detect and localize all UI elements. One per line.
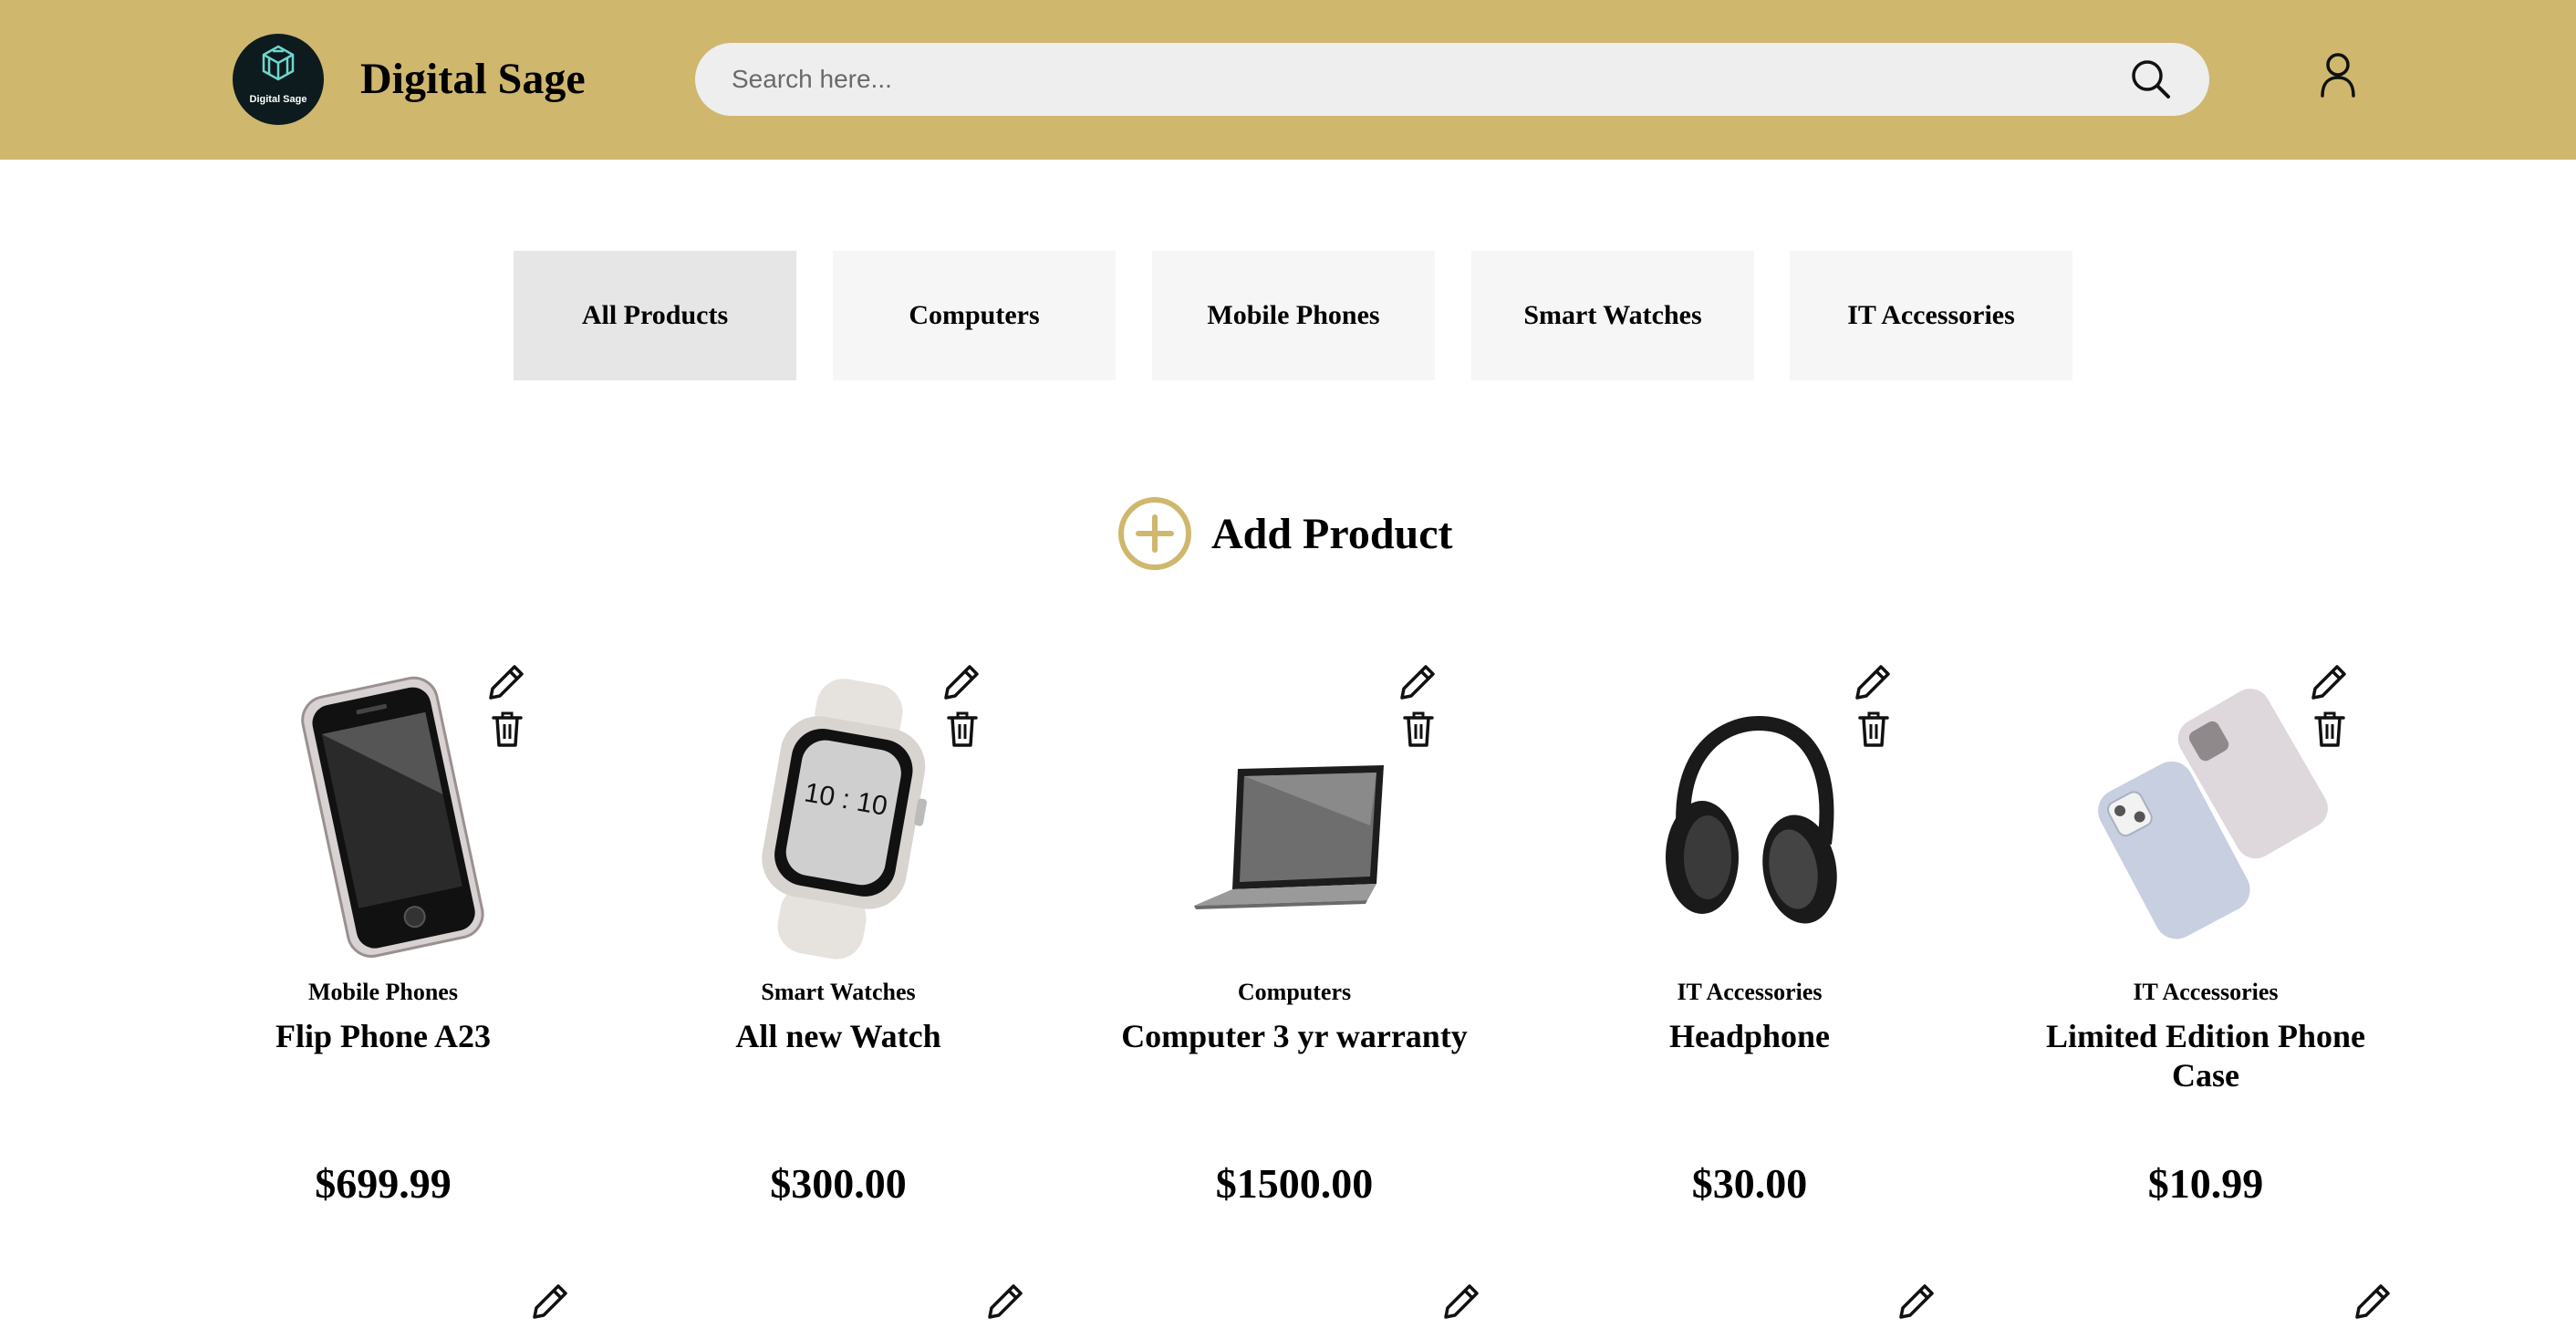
add-product-label: Add Product [1211,509,1453,558]
search-bar [695,43,2209,116]
product-price: $30.00 [1691,1160,1808,1207]
user-icon [2321,53,2355,98]
tab-label: IT Accessories [1847,300,2015,330]
pencil-icon [2355,1284,2390,1319]
product-price: $10.99 [2147,1160,2264,1207]
product-name[interactable]: Limited Edition Phone Case [2023,1017,2388,1095]
edit-product-button[interactable] [1896,1281,1950,1326]
tab-label: Mobile Phones [1207,300,1380,330]
product-price: $699.99 [315,1160,452,1207]
product-card[interactable]: Computers Computer 3 yr warranty $1500.0… [1103,661,1486,1272]
pencil-icon [2311,665,2346,700]
edit-product-button[interactable] [940,661,982,703]
product-card[interactable]: Mobile Phones Flip Phone A23 $699.99 [192,661,575,1272]
trash-icon [2314,711,2345,747]
product-category: Smart Watches [761,979,916,1005]
top-header: Digital Sage Digital Sage [0,0,2576,160]
tab-label: Computers [909,300,1040,330]
tab-label: Smart Watches [1523,300,1702,330]
tab-smart-watches[interactable]: Smart Watches [1471,251,1754,380]
pencil-icon [944,665,979,700]
search-icon [2132,60,2170,99]
product-price: $300.00 [770,1160,907,1207]
pencil-icon [489,665,524,700]
headphone-image [1613,670,1886,962]
edit-product-button[interactable] [2308,661,2350,703]
brand-name[interactable]: Digital Sage [360,52,586,107]
pencil-icon [1444,1284,1479,1319]
edit-product-button[interactable] [1440,1281,1495,1326]
add-product-button[interactable]: Add Product [1117,495,1453,572]
phone-case-image [2069,670,2342,962]
product-name[interactable]: Headphone [1567,1017,1932,1056]
edit-product-button[interactable] [2352,1281,2406,1326]
plus-circle-icon [1118,497,1191,570]
tab-computers[interactable]: Computers [833,251,1116,380]
delete-product-button[interactable] [946,711,979,749]
product-card[interactable]: IT Accessories Limited Edition Phone Cas… [2014,661,2397,1272]
trash-icon [492,711,523,747]
product-category: IT Accessories [2133,979,2279,1005]
trash-icon [947,711,978,747]
pencil-icon [1400,665,1435,700]
trash-icon [1403,711,1434,747]
edit-product-button[interactable] [984,1281,1039,1326]
trash-icon [1858,711,1889,747]
pencil-icon [1899,1284,1934,1319]
edit-product-button[interactable] [1397,661,1439,703]
delete-product-button[interactable] [2313,711,2346,749]
tab-all-products[interactable]: All Products [514,251,796,380]
pencil-icon [1855,665,1890,700]
brand-logo[interactable]: Digital Sage [233,34,324,125]
product-card[interactable]: 10 : 10 Smart Watches All new Watch $300… [647,661,1030,1272]
product-name[interactable]: Computer 3 yr warranty [1112,1017,1477,1056]
delete-product-button[interactable] [491,711,524,749]
delete-product-button[interactable] [1857,711,1890,749]
product-name[interactable]: All new Watch [656,1017,1021,1056]
product-category: IT Accessories [1677,979,1823,1005]
pencil-icon [533,1284,567,1319]
tab-mobile-phones[interactable]: Mobile Phones [1152,251,1435,380]
search-input[interactable] [732,43,2118,116]
edit-product-button[interactable] [1852,661,1894,703]
product-category: Computers [1237,979,1352,1005]
product-category: Mobile Phones [308,979,458,1005]
phone-image [246,670,520,962]
tab-label: All Products [581,300,729,330]
user-account-button[interactable] [2315,50,2361,101]
product-card[interactable]: IT Accessories Headphone $30.00 [1558,661,1941,1272]
tab-it-accessories[interactable]: IT Accessories [1790,251,2072,380]
search-button[interactable] [2127,56,2175,103]
logo-text: Digital Sage [249,94,307,105]
cube-logo-icon [262,45,295,81]
laptop-image [1158,670,1431,962]
edit-product-button[interactable] [485,661,527,703]
delete-product-button[interactable] [1402,711,1435,749]
product-price: $1500.00 [1215,1160,1374,1207]
edit-product-button[interactable] [529,1281,584,1326]
product-name[interactable]: Flip Phone A23 [201,1017,566,1056]
pencil-icon [988,1284,1023,1319]
watch-image: 10 : 10 [701,670,975,962]
